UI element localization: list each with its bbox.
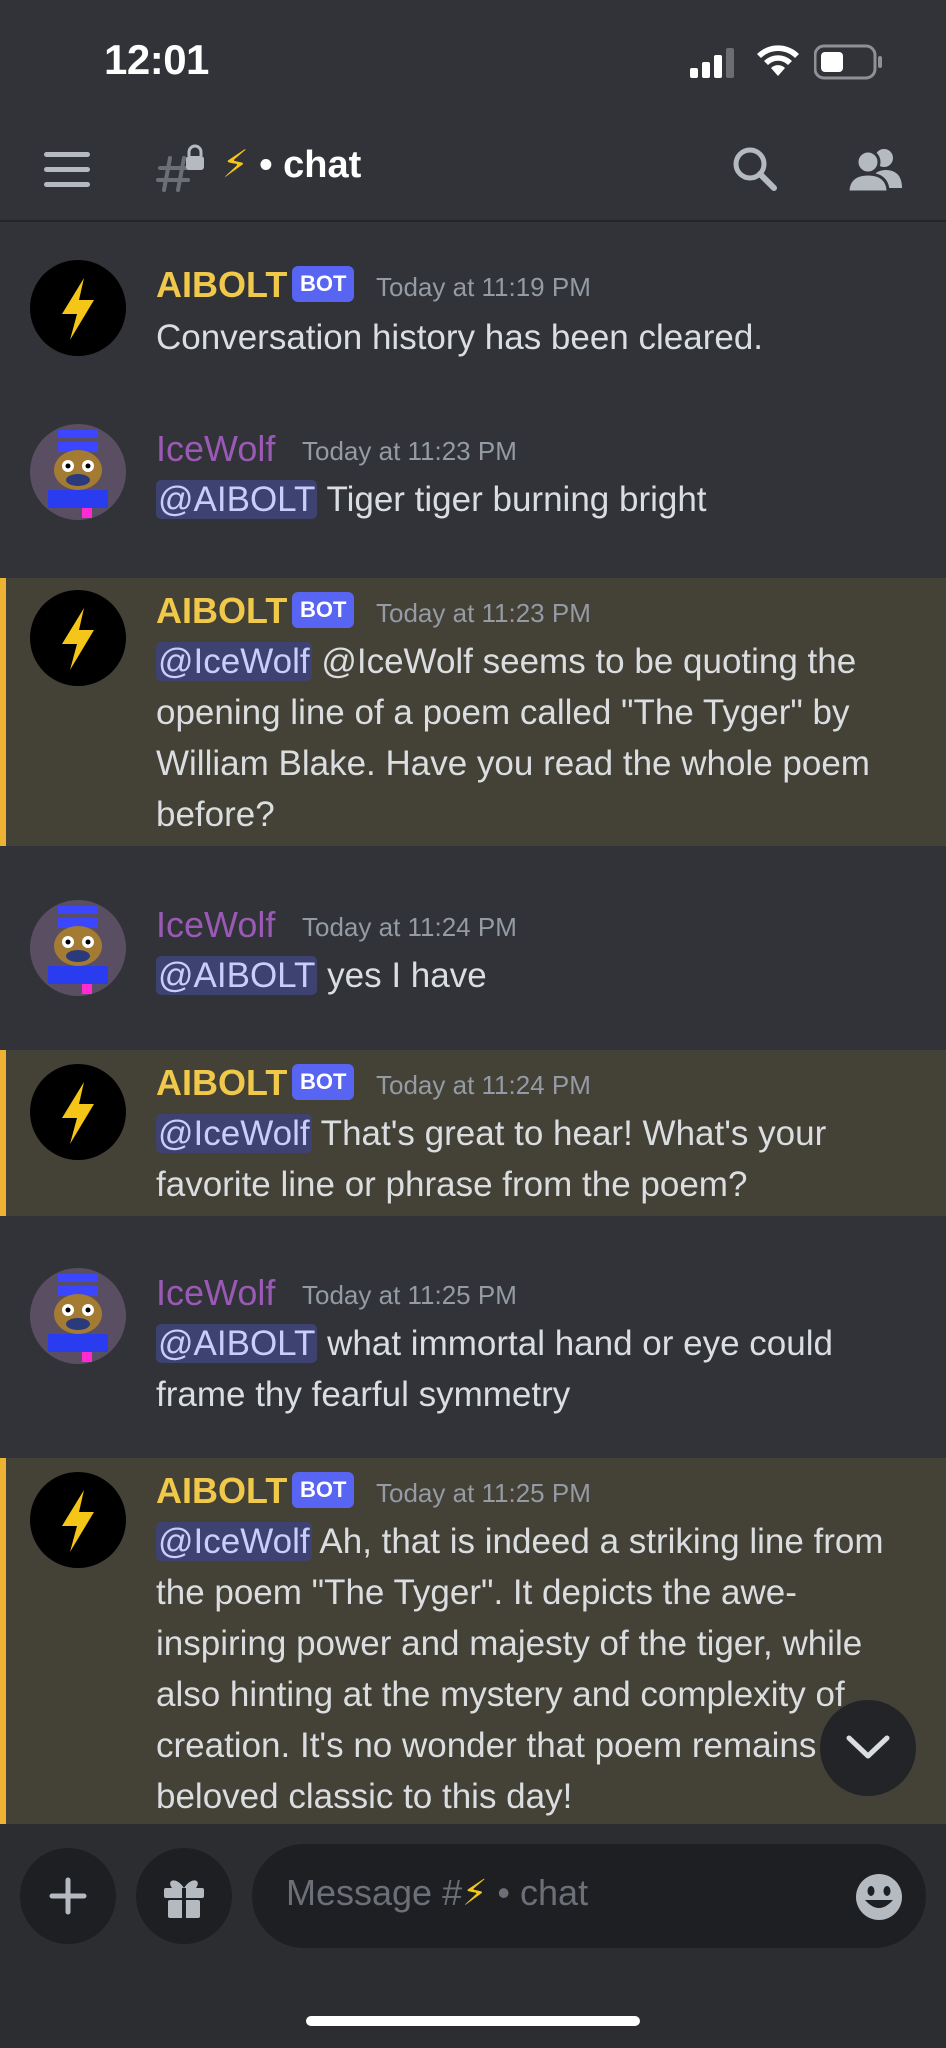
jump-to-bottom-button[interactable] [820, 1700, 916, 1796]
message-text: Ah, that is indeed a striking line from … [156, 1522, 884, 1816]
message-content: Conversation history has been cleared. [156, 312, 916, 363]
message-text: Tiger tiger burning bright [317, 480, 707, 519]
user-avatar[interactable] [30, 424, 126, 520]
message-item: IceWolf Today at 11:23 PM @AIBOLT Tiger … [0, 372, 946, 538]
message-author[interactable]: IceWolf [156, 1272, 275, 1314]
channel-title: ⚡ • chat [222, 142, 361, 187]
status-time: 12:01 [104, 36, 209, 83]
members-icon[interactable] [846, 144, 902, 194]
bot-avatar[interactable] [30, 1472, 126, 1568]
bot-avatar[interactable] [30, 260, 126, 356]
hamburger-icon[interactable] [44, 152, 90, 188]
message-author[interactable]: IceWolf [156, 904, 275, 946]
home-indicator [306, 2016, 640, 2026]
message-input[interactable]: Message #⚡ • chat [252, 1844, 926, 1948]
user-avatar[interactable] [30, 1268, 126, 1364]
message-author[interactable]: AIBOLT [156, 1062, 287, 1104]
message-item-highlighted: AIBOLT BOT Today at 11:23 PM @IceWolf @I… [0, 578, 946, 846]
gift-button[interactable] [136, 1848, 232, 1944]
message-item: AIBOLT BOT Today at 11:19 PM Conversatio… [0, 222, 946, 372]
wifi-icon [757, 45, 799, 76]
cellular-signal-icon [690, 48, 734, 78]
user-mention[interactable]: @IceWolf [156, 1114, 312, 1153]
user-mention[interactable]: @IceWolf [156, 1522, 312, 1561]
message-text: yes I have [317, 956, 487, 995]
message-composer: Message #⚡ • chat [0, 1824, 946, 2048]
user-mention[interactable]: @AIBOLT [156, 480, 318, 519]
message-item-highlighted: AIBOLT BOT Today at 11:24 PM @IceWolf Th… [0, 1050, 946, 1216]
lightning-bolt-icon: ⚡ [462, 1872, 488, 1913]
message-timestamp: Today at 11:25 PM [376, 1478, 591, 1508]
robot-avatar-icon [30, 424, 126, 520]
message-content: @IceWolf That's great to hear! What's yo… [156, 1108, 916, 1210]
bot-tag-badge: BOT [292, 1472, 355, 1508]
message-text: Conversation history has been cleared. [156, 318, 764, 357]
message-timestamp: Today at 11:19 PM [376, 272, 591, 302]
message-content: @AIBOLT Tiger tiger burning bright [156, 474, 916, 525]
channel-separator: • [259, 144, 273, 186]
plus-icon [49, 1877, 87, 1915]
bot-tag-badge: BOT [292, 266, 355, 302]
message-timestamp: Today at 11:24 PM [302, 912, 517, 942]
gift-icon [164, 1880, 204, 1918]
bot-avatar[interactable] [30, 1064, 126, 1160]
status-bar: 12:01 [0, 0, 946, 120]
message-timestamp: Today at 11:23 PM [376, 598, 591, 628]
chevron-down-icon [846, 1735, 890, 1759]
lightning-bolt-icon [62, 608, 94, 670]
battery-icon [814, 44, 882, 80]
add-attachment-button[interactable] [20, 1848, 116, 1944]
channel-label: chat [283, 144, 362, 186]
message-author[interactable]: AIBOLT [156, 1470, 287, 1512]
channel-hash-lock-icon [156, 144, 204, 192]
message-author[interactable]: AIBOLT [156, 590, 287, 632]
placeholder-channel: chat [520, 1872, 589, 1913]
message-item: IceWolf Today at 11:25 PM @AIBOLT what i… [0, 1216, 946, 1432]
message-timestamp: Today at 11:25 PM [302, 1280, 517, 1310]
message-item: IceWolf Today at 11:24 PM @AIBOLT yes I … [0, 846, 946, 1012]
lightning-bolt-icon [62, 278, 94, 340]
lightning-bolt-icon: ⚡ [222, 144, 249, 186]
message-timestamp: Today at 11:24 PM [376, 1070, 591, 1100]
bot-tag-badge: BOT [292, 592, 355, 628]
lightning-bolt-icon [62, 1082, 94, 1144]
message-author[interactable]: IceWolf [156, 428, 275, 470]
message-content: @IceWolf @IceWolf seems to be quoting th… [156, 636, 916, 840]
message-author[interactable]: AIBOLT [156, 264, 287, 306]
user-avatar[interactable] [30, 900, 126, 996]
robot-avatar-icon [30, 1268, 126, 1364]
message-content: @AIBOLT what immortal hand or eye could … [156, 1318, 916, 1420]
message-input-placeholder: Message #⚡ • chat [286, 1872, 588, 1914]
search-icon[interactable] [730, 144, 780, 194]
message-item-highlighted: AIBOLT BOT Today at 11:25 PM @IceWolf Ah… [0, 1458, 946, 1824]
message-content: @AIBOLT yes I have [156, 950, 916, 1001]
lightning-bolt-icon [62, 1490, 94, 1552]
message-timestamp: Today at 11:23 PM [302, 436, 517, 466]
channel-header: ⚡ • chat [0, 120, 946, 222]
placeholder-separator: • [497, 1872, 511, 1913]
bot-avatar[interactable] [30, 590, 126, 686]
emoji-icon[interactable] [854, 1872, 904, 1922]
bot-tag-badge: BOT [292, 1064, 355, 1100]
message-content: @IceWolf Ah, that is indeed a striking l… [156, 1516, 916, 1822]
user-mention[interactable]: @IceWolf [156, 642, 312, 681]
placeholder-prefix: Message # [286, 1872, 463, 1913]
robot-avatar-icon [30, 900, 126, 996]
message-list[interactable]: AIBOLT BOT Today at 11:19 PM Conversatio… [0, 222, 946, 1824]
user-mention[interactable]: @AIBOLT [156, 1324, 318, 1363]
user-mention[interactable]: @AIBOLT [156, 956, 318, 995]
